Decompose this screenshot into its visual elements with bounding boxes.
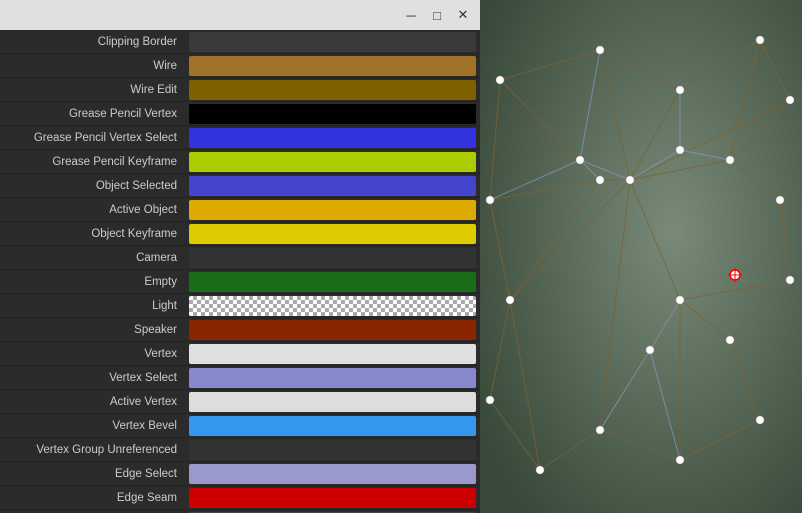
color-swatch[interactable] — [189, 80, 476, 100]
color-swatch[interactable] — [189, 392, 476, 412]
color-swatch[interactable] — [189, 488, 476, 508]
color-swatch[interactable] — [189, 368, 476, 388]
color-row: Object Keyframe — [0, 222, 480, 246]
close-button[interactable]: ✕ — [450, 4, 476, 26]
color-row: Empty — [0, 270, 480, 294]
color-row: Grease Pencil Vertex — [0, 102, 480, 126]
color-list-panel: Clipping Border Wire Wire Edit Grease Penci… — [0, 0, 480, 513]
color-row-label: Grease Pencil Vertex Select — [0, 132, 185, 144]
viewport-panel — [480, 0, 802, 513]
color-swatch[interactable] — [189, 416, 476, 436]
color-row: Speaker — [0, 318, 480, 342]
color-row: Clipping Border — [0, 30, 480, 54]
color-row-label: Vertex Bevel — [0, 420, 185, 432]
color-swatch[interactable] — [189, 128, 476, 148]
color-row: Edge Seam — [0, 486, 480, 510]
color-swatch[interactable] — [189, 104, 476, 124]
minimize-button[interactable]: ─ — [398, 4, 424, 26]
color-swatch[interactable] — [189, 32, 476, 52]
color-swatch[interactable] — [189, 56, 476, 76]
color-swatch[interactable] — [189, 440, 476, 460]
color-row-label: Edge Seam — [0, 492, 185, 504]
color-row-label: Grease Pencil Vertex — [0, 108, 185, 120]
color-row: Vertex Bevel — [0, 414, 480, 438]
color-swatch[interactable] — [189, 152, 476, 172]
color-row: Object Selected — [0, 174, 480, 198]
color-row-label: Vertex — [0, 348, 185, 360]
color-row-label: Active Vertex — [0, 396, 185, 408]
color-row: Vertex Group Unreferenced — [0, 438, 480, 462]
color-swatch[interactable] — [189, 200, 476, 220]
color-row-label: Light — [0, 300, 185, 312]
color-row: Active Vertex — [0, 390, 480, 414]
color-swatch[interactable] — [189, 320, 476, 340]
maximize-button[interactable]: □ — [424, 4, 450, 26]
color-row: Vertex — [0, 342, 480, 366]
color-swatch[interactable] — [189, 344, 476, 364]
color-row-label: Wire Edit — [0, 84, 185, 96]
color-row-label: Camera — [0, 252, 185, 264]
color-swatch[interactable] — [189, 248, 476, 268]
color-row: Light — [0, 294, 480, 318]
color-row-label: Empty — [0, 276, 185, 288]
color-row-label: Vertex Group Unreferenced — [0, 444, 185, 456]
color-swatch[interactable] — [189, 176, 476, 196]
color-row: Wire — [0, 54, 480, 78]
color-row-label: Active Object — [0, 204, 185, 216]
color-row: Grease Pencil Vertex Select — [0, 126, 480, 150]
color-row: Vertex Select — [0, 366, 480, 390]
color-row-label: Grease Pencil Keyframe — [0, 156, 185, 168]
color-swatch[interactable] — [189, 224, 476, 244]
color-row-label: Object Keyframe — [0, 228, 185, 240]
color-swatch[interactable] — [189, 464, 476, 484]
color-row: Edge Select — [0, 462, 480, 486]
color-row: Wire Edit — [0, 78, 480, 102]
color-swatch[interactable] — [189, 272, 476, 292]
color-row-label: Speaker — [0, 324, 185, 336]
color-row-label: Edge Select — [0, 468, 185, 480]
color-row-label: Wire — [0, 60, 185, 72]
color-row: Camera — [0, 246, 480, 270]
title-bar: ─ □ ✕ — [0, 0, 480, 30]
color-row: Active Object — [0, 198, 480, 222]
color-row-label: Vertex Select — [0, 372, 185, 384]
color-swatch[interactable] — [189, 296, 476, 316]
color-row: Grease Pencil Keyframe — [0, 150, 480, 174]
color-row-label: Object Selected — [0, 180, 185, 192]
viewport-svg — [480, 0, 802, 513]
color-row-label: Clipping Border — [0, 36, 185, 48]
